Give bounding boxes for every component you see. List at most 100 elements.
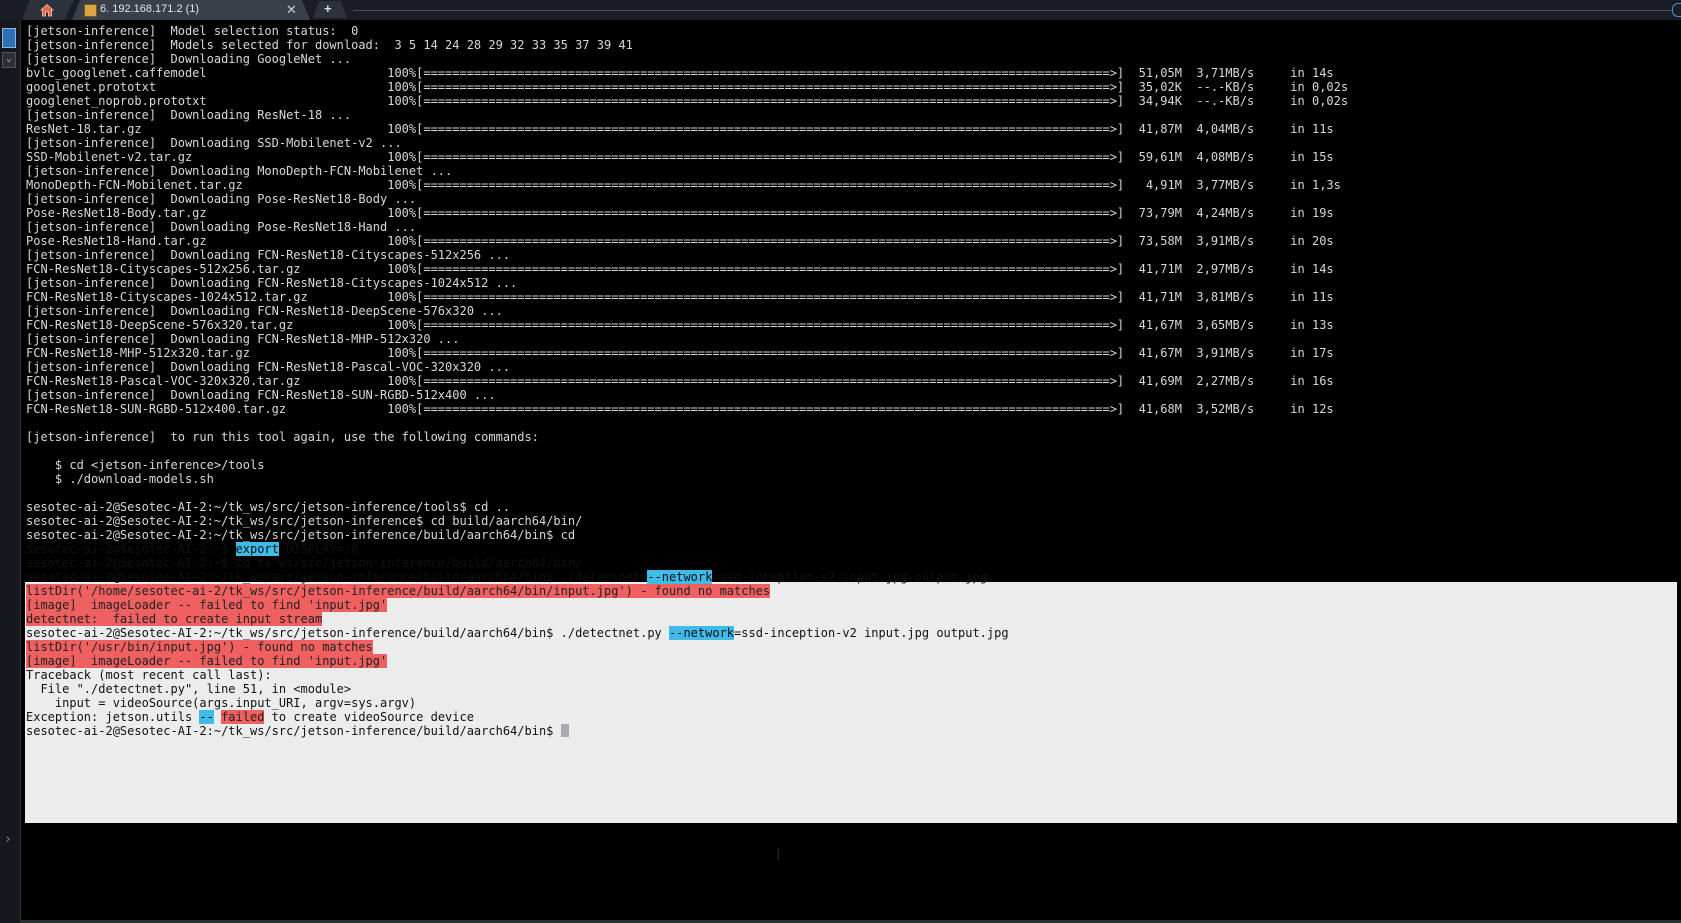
window-edge-indicator — [1672, 3, 1681, 17]
error-highlight: failed — [221, 710, 265, 724]
line-text: [jetson-inference] Downloading FCN-ResNe… — [26, 332, 460, 346]
line-text: [jetson-inference] Downloading FCN-ResNe… — [26, 360, 511, 374]
terminal-line: [jetson-inference] Downloading FCN-ResNe… — [26, 360, 510, 375]
terminal-line: sesotec-ai-2@Sesotec-AI-2:~/tk_ws/src/je… — [26, 570, 987, 585]
terminal-line: Exception: jetson.utils -- failed to cre… — [26, 710, 474, 725]
error-highlight: [image] imageLoader -- failed to find 'i… — [26, 598, 388, 612]
line-text: input = videoSource(args.input_URI, argv… — [26, 696, 417, 710]
keyword-highlight: --network — [647, 570, 713, 584]
line-text: [jetson-inference] Downloading ResNet-18… — [26, 108, 352, 122]
terminal-line: [jetson-inference] Model selection statu… — [26, 24, 358, 39]
close-tab-icon[interactable]: ✕ — [286, 2, 297, 18]
line-text: [jetson-inference] to run this tool agai… — [26, 430, 539, 444]
line-text: FCN-ResNet18-DeepScene-576x320.tar.gz 10… — [26, 318, 1334, 332]
line-text: File "./detectnet.py", line 51, in <modu… — [26, 682, 352, 696]
line-text: bvlc_googlenet.caffemodel 100%[=========… — [26, 66, 1334, 80]
expand-panel-icon[interactable]: › — [4, 832, 12, 847]
terminal-line: FCN-ResNet18-Cityscapes-1024x512.tar.gz … — [26, 290, 1334, 305]
line-text: [jetson-inference] Downloading Pose-ResN… — [26, 192, 417, 206]
tab-bar-divider — [353, 10, 1673, 11]
line-text: $ ./download-models.sh — [26, 472, 214, 486]
error-highlight: detectnet: failed to create input stream — [26, 612, 323, 626]
terminal-line: SSD-Mobilenet-v2.tar.gz 100%[===========… — [26, 150, 1334, 165]
tab-bar: 6. 192.168.171.2 (1) ✕ + — [0, 0, 1681, 21]
line-text: =ssd-inception-v2 input.jpg output.jpg — [712, 570, 987, 584]
line-text: ResNet-18.tar.gz 100%[==================… — [26, 122, 1334, 136]
line-text: Pose-ResNet18-Hand.tar.gz 100%[=========… — [26, 234, 1334, 248]
terminal-line: [jetson-inference] Downloading FCN-ResNe… — [26, 304, 503, 319]
terminal-line: [jetson-inference] Downloading Pose-ResN… — [26, 192, 416, 207]
terminal-line: Traceback (most recent call last): — [26, 668, 272, 683]
line-text: FCN-ResNet18-MHP-512x320.tar.gz 100%[===… — [26, 346, 1334, 360]
terminal-line: googlenet_noprob.prototxt 100%[=========… — [26, 94, 1348, 109]
line-text: sesotec-ai-2@Sesotec-AI-2:~/tk_ws/src/je… — [26, 528, 576, 542]
terminal-line: [jetson-inference] Downloading FCN-ResNe… — [26, 332, 459, 347]
mouse-text-cursor: I — [776, 845, 781, 864]
terminal-line: $ ./download-models.sh — [26, 472, 214, 487]
line-text: MonoDepth-FCN-Mobilenet.tar.gz 100%[====… — [26, 178, 1341, 192]
terminal-line: sesotec-ai-2@Sesotec-AI-2:~/tk_ws/src/je… — [26, 626, 1009, 641]
terminal-line: [image] imageLoader -- failed to find 'i… — [26, 654, 388, 669]
line-text: sesotec-ai-2@Sesotec-AI-2:~$ — [26, 542, 236, 556]
chevron-down-icon[interactable]: ⌄ — [2, 52, 16, 68]
terminal-line: sesotec-ai-2@Sesotec-AI-2:~/tk_ws/src/je… — [26, 500, 510, 515]
terminal-line: Pose-ResNet18-Body.tar.gz 100%[=========… — [26, 206, 1334, 221]
line-text: Traceback (most recent call last): — [26, 668, 272, 682]
error-highlight: listDir('/usr/bin/input.jpg') - found no… — [26, 640, 373, 654]
line-text: [jetson-inference] Downloading GoogleNet… — [26, 52, 352, 66]
line-text: [jetson-inference] Models selected for d… — [26, 38, 633, 52]
terminal-line: File "./detectnet.py", line 51, in <modu… — [26, 682, 351, 697]
line-text: Pose-ResNet18-Body.tar.gz 100%[=========… — [26, 206, 1334, 220]
terminal-line: listDir('/home/sesotec-ai-2/tk_ws/src/je… — [26, 584, 771, 599]
home-tab[interactable] — [22, 0, 73, 20]
line-text: =ssd-inception-v2 input.jpg output.jpg — [734, 626, 1009, 640]
terminal-line: sesotec-ai-2@Sesotec-AI-2:~/tk_ws/src/je… — [26, 514, 582, 529]
line-text: sesotec-ai-2@Sesotec-AI-2:~$ cd tk_ws/sr… — [26, 556, 583, 570]
terminal-line: detectnet: failed to create input stream — [26, 612, 323, 627]
terminal-line: [jetson-inference] Downloading SSD-Mobil… — [26, 136, 402, 151]
terminal-line: [jetson-inference] Downloading FCN-ResNe… — [26, 276, 517, 291]
line-text: FCN-ResNet18-Pascal-VOC-320x320.tar.gz 1… — [26, 374, 1334, 388]
terminal-line: [jetson-inference] Models selected for d… — [26, 38, 633, 53]
line-text: [jetson-inference] Downloading FCN-ResNe… — [26, 248, 511, 262]
terminal-line: sesotec-ai-2@Sesotec-AI-2:~$ cd tk_ws/sr… — [26, 556, 582, 571]
line-text: [jetson-inference] Downloading SSD-Mobil… — [26, 136, 402, 150]
keyword-highlight: -- — [199, 710, 214, 724]
error-highlight: listDir('/home/sesotec-ai-2/tk_ws/src/je… — [26, 584, 771, 598]
left-sidebar: ⌄ › — [0, 20, 21, 923]
terminal-line: sesotec-ai-2@Sesotec-AI-2:~$ export DISP… — [26, 542, 358, 557]
terminal-line: FCN-ResNet18-SUN-RGBD-512x400.tar.gz 100… — [26, 402, 1334, 417]
home-icon — [40, 3, 54, 17]
line-text: sesotec-ai-2@Sesotec-AI-2:~/tk_ws/src/je… — [26, 570, 648, 584]
text-cursor — [560, 724, 569, 737]
terminal-line: ResNet-18.tar.gz 100%[==================… — [26, 122, 1334, 137]
terminal-line: FCN-ResNet18-Pascal-VOC-320x320.tar.gz 1… — [26, 374, 1334, 389]
keyword-highlight: --network — [669, 626, 735, 640]
line-text: FCN-ResNet18-Cityscapes-1024x512.tar.gz … — [26, 290, 1334, 304]
ssh-session-icon — [84, 4, 97, 17]
terminal-line: $ cd <jetson-inference>/tools — [26, 458, 265, 473]
line-text: FCN-ResNet18-SUN-RGBD-512x400.tar.gz 100… — [26, 402, 1334, 416]
line-text: Exception: jetson.utils — [26, 710, 200, 724]
line-text — [214, 710, 221, 724]
terminal-line: [jetson-inference] Downloading GoogleNet… — [26, 52, 351, 67]
terminal-line: Pose-ResNet18-Hand.tar.gz 100%[=========… — [26, 234, 1334, 249]
line-text: sesotec-ai-2@Sesotec-AI-2:~/tk_ws/src/je… — [26, 500, 511, 514]
sessions-panel-button[interactable] — [2, 28, 16, 48]
terminal-line: [jetson-inference] Downloading ResNet-18… — [26, 108, 351, 123]
terminal-line: [jetson-inference] Downloading MonoDepth… — [26, 164, 452, 179]
line-text: FCN-ResNet18-Cityscapes-512x256.tar.gz 1… — [26, 262, 1334, 276]
line-text: [jetson-inference] Downloading FCN-ResNe… — [26, 388, 496, 402]
new-tab-button[interactable]: + — [313, 1, 347, 18]
terminal-line: listDir('/usr/bin/input.jpg') - found no… — [26, 640, 373, 655]
error-highlight: [image] imageLoader -- failed to find 'i… — [26, 654, 388, 668]
session-tab[interactable]: 6. 192.168.171.2 (1) — [72, 0, 310, 20]
terminal-line: FCN-ResNet18-Cityscapes-512x256.tar.gz 1… — [26, 262, 1334, 277]
line-text: [jetson-inference] Downloading MonoDepth… — [26, 164, 453, 178]
line-text: [jetson-inference] Downloading FCN-ResNe… — [26, 276, 518, 290]
line-text: [jetson-inference] Downloading FCN-ResNe… — [26, 304, 503, 318]
line-text: sesotec-ai-2@Sesotec-AI-2:~/tk_ws/src/je… — [26, 626, 669, 640]
terminal-line: sesotec-ai-2@Sesotec-AI-2:~/tk_ws/src/je… — [26, 724, 569, 739]
terminal-line: sesotec-ai-2@Sesotec-AI-2:~/tk_ws/src/je… — [26, 528, 575, 543]
line-text: SSD-Mobilenet-v2.tar.gz 100%[===========… — [26, 150, 1334, 164]
